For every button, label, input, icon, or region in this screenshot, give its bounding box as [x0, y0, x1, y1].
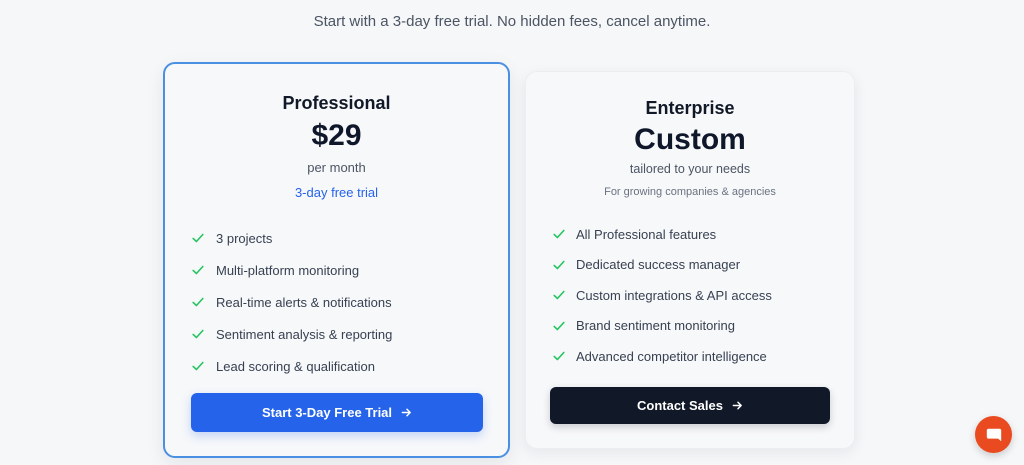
arrow-right-icon	[401, 408, 411, 417]
plan-name: Professional	[282, 93, 391, 113]
plan-audience: For growing companies & agencies	[604, 186, 776, 198]
plan-card-professional: Professional $29 per month 3-day free tr…	[163, 62, 510, 458]
chat-bubble-icon	[986, 428, 1001, 441]
feature-label: 3 projects	[216, 230, 273, 246]
feature-label: Lead scoring & qualification	[216, 358, 375, 374]
check-icon	[553, 260, 565, 270]
plan-name: Enterprise	[645, 98, 735, 118]
pricing-subtitle: Start with a 3-day free trial. No hidden…	[313, 13, 711, 30]
plan-period: tailored to your needs	[629, 162, 751, 176]
start-trial-button[interactable]: Start 3-Day Free Trial	[191, 393, 483, 432]
feature-label: Brand sentiment monitoring	[576, 318, 735, 334]
feature-item: Advanced competitor intelligence	[552, 341, 772, 372]
feature-label: All Professional features	[576, 226, 717, 242]
feature-item: 3 projects	[191, 222, 392, 254]
check-icon	[553, 229, 565, 239]
feature-item: Custom integrations & API access	[552, 280, 772, 311]
plan-card-enterprise: Enterprise Custom tailored to your needs…	[525, 71, 855, 449]
plan-price: Custom	[634, 123, 746, 156]
feature-label: Dedicated success manager	[576, 257, 741, 273]
check-icon	[192, 297, 204, 307]
feature-item: Dedicated success manager	[552, 250, 772, 281]
plan-period: per month	[307, 160, 366, 175]
feature-label: Real-time alerts & notifications	[216, 294, 392, 310]
arrow-right-icon	[732, 401, 742, 410]
contact-sales-label: Contact Sales	[637, 398, 723, 413]
feature-item: All Professional features	[552, 219, 772, 250]
start-trial-label: Start 3-Day Free Trial	[261, 405, 393, 420]
check-icon	[553, 321, 565, 331]
feature-label: Sentiment analysis & reporting	[216, 326, 393, 342]
feature-list: 3 projects Multi-platform monitoring Rea…	[191, 222, 392, 382]
feature-item: Brand sentiment monitoring	[552, 311, 772, 342]
check-icon	[192, 361, 204, 371]
feature-label: Advanced competitor intelligence	[576, 348, 767, 364]
feature-item: Sentiment analysis & reporting	[191, 318, 392, 350]
contact-sales-button[interactable]: Contact Sales	[550, 387, 830, 424]
feature-item: Real-time alerts & notifications	[191, 286, 392, 318]
feature-item: Multi-platform monitoring	[191, 254, 392, 286]
pricing-page: Start with a 3-day free trial. No hidden…	[0, 0, 1024, 465]
feature-label: Custom integrations & API access	[576, 287, 772, 303]
check-icon	[553, 351, 565, 361]
check-icon	[192, 265, 204, 275]
feature-item: Lead scoring & qualification	[191, 350, 392, 382]
chat-widget-button[interactable]	[975, 416, 1012, 453]
trial-note: 3-day free trial	[294, 185, 379, 200]
check-icon	[553, 290, 565, 300]
feature-label: Multi-platform monitoring	[216, 262, 360, 278]
check-icon	[192, 329, 204, 339]
check-icon	[192, 233, 204, 243]
plan-price: $29	[311, 119, 362, 152]
feature-list: All Professional features Dedicated succ…	[552, 219, 772, 372]
